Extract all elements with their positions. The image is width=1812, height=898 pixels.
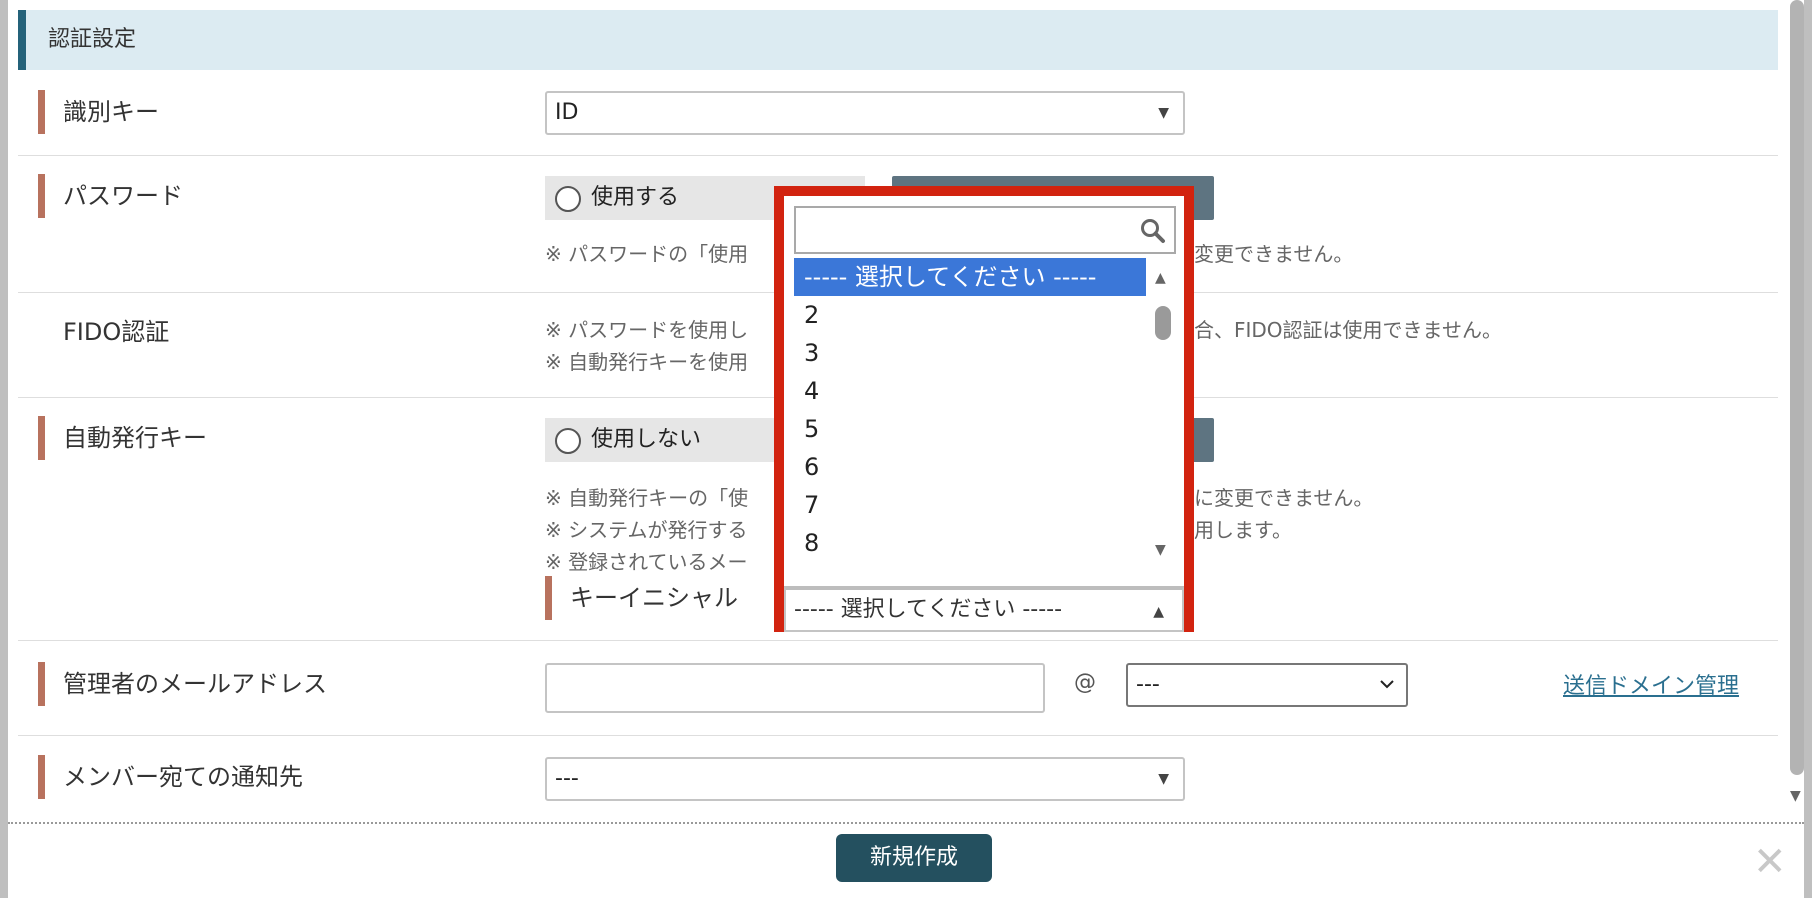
password-note-tail: 変更できません。 xyxy=(1194,242,1354,266)
scroll-down-icon[interactable]: ▼ xyxy=(1790,788,1801,804)
dropdown-search-input[interactable] xyxy=(794,206,1176,254)
password-note: ※ パスワードの「使用 xyxy=(545,242,749,266)
scroll-down-icon[interactable]: ▼ xyxy=(1155,542,1166,558)
scroll-up-icon[interactable]: ▲ xyxy=(1155,270,1166,286)
fido-label: FIDO認証 xyxy=(63,318,170,346)
dropdown-option[interactable]: 2 xyxy=(794,296,1146,334)
auto-key-note-3: ※ 登録されているメー xyxy=(545,550,748,574)
dropdown-option[interactable]: 8 xyxy=(794,524,1146,562)
member-notify-label: メンバー宛ての通知先 xyxy=(38,755,303,799)
admin-email-label: 管理者のメールアドレス xyxy=(38,662,327,706)
dropdown-option[interactable]: ----- 選択してください ----- xyxy=(794,258,1146,296)
auto-key-note-2: ※ システムが発行する xyxy=(545,518,748,542)
at-sign: @ xyxy=(1074,670,1096,695)
dialog-footer: 新規作成 ✕ xyxy=(8,822,1804,898)
search-icon xyxy=(1141,219,1165,243)
identifier-key-value: ID xyxy=(555,100,579,125)
key-initial-dropdown: ----- 選択してください ----- 2 3 4 5 6 7 8 ▲ ▼ -… xyxy=(774,186,1194,632)
key-initial-label: キーイニシャル xyxy=(545,576,738,620)
dropdown-option[interactable]: 5 xyxy=(794,410,1146,448)
radio-icon xyxy=(555,428,581,454)
member-notify-select[interactable]: --- ▼ xyxy=(545,757,1185,801)
password-label: パスワード xyxy=(38,174,183,218)
chevron-down-icon: ▼ xyxy=(1158,105,1169,121)
member-notify-value: --- xyxy=(555,766,579,791)
chevron-up-icon: ▲ xyxy=(1153,604,1164,620)
dropdown-option[interactable]: 6 xyxy=(794,448,1146,486)
dropdown-option[interactable]: 3 xyxy=(794,334,1146,372)
dropdown-options-list: ----- 選択してください ----- 2 3 4 5 6 7 8 xyxy=(794,258,1146,578)
auto-key-label: 自動発行キー xyxy=(38,416,207,460)
chevron-down-icon xyxy=(1380,680,1394,689)
section-title: 認証設定 xyxy=(18,10,1778,70)
send-domain-management-link[interactable]: 送信ドメイン管理 xyxy=(1563,668,1739,700)
fido-note-2: ※ 自動発行キーを使用 xyxy=(545,350,749,374)
key-initial-value: ----- 選択してください ----- xyxy=(794,597,1063,622)
fido-note-1-tail: 合、FIDO認証は使用できません。 xyxy=(1194,318,1502,342)
radio-icon xyxy=(555,186,581,212)
dropdown-option[interactable]: 4 xyxy=(794,372,1146,410)
email-domain-value: --- xyxy=(1136,672,1160,697)
key-initial-select[interactable]: ----- 選択してください ----- ▲ xyxy=(784,586,1184,632)
chevron-down-icon: ▼ xyxy=(1158,771,1169,787)
page-scrollbar-thumb[interactable] xyxy=(1790,0,1804,775)
admin-email-input[interactable] xyxy=(545,663,1045,713)
close-icon[interactable]: ✕ xyxy=(1753,842,1787,882)
scroll-thumb[interactable] xyxy=(1155,306,1171,340)
dialog-content: 認証設定 識別キー ID ▼ パスワード 使用する ※ パスワードの「使用 変更… xyxy=(8,0,1798,822)
identifier-key-select[interactable]: ID ▼ xyxy=(545,91,1185,135)
create-button[interactable]: 新規作成 xyxy=(836,834,992,882)
auto-key-note-1-tail: に変更できません。 xyxy=(1194,486,1374,510)
dropdown-option[interactable]: 7 xyxy=(794,486,1146,524)
password-use-label: 使用する xyxy=(591,185,680,210)
auto-key-note-1: ※ 自動発行キーの「使 xyxy=(545,486,749,510)
email-domain-select[interactable]: --- xyxy=(1126,663,1408,707)
divider xyxy=(18,640,1778,641)
dropdown-scrollbar[interactable]: ▲ ▼ xyxy=(1149,258,1177,578)
divider xyxy=(18,155,1778,156)
auto-key-not-use-label: 使用しない xyxy=(591,427,702,452)
fido-note-1: ※ パスワードを使用し xyxy=(545,318,749,342)
auto-key-note-2-tail: 用します。 xyxy=(1194,518,1292,542)
divider xyxy=(18,735,1778,736)
identifier-key-label: 識別キー xyxy=(38,90,159,134)
settings-dialog: 認証設定 識別キー ID ▼ パスワード 使用する ※ パスワードの「使用 変更… xyxy=(0,0,1812,898)
